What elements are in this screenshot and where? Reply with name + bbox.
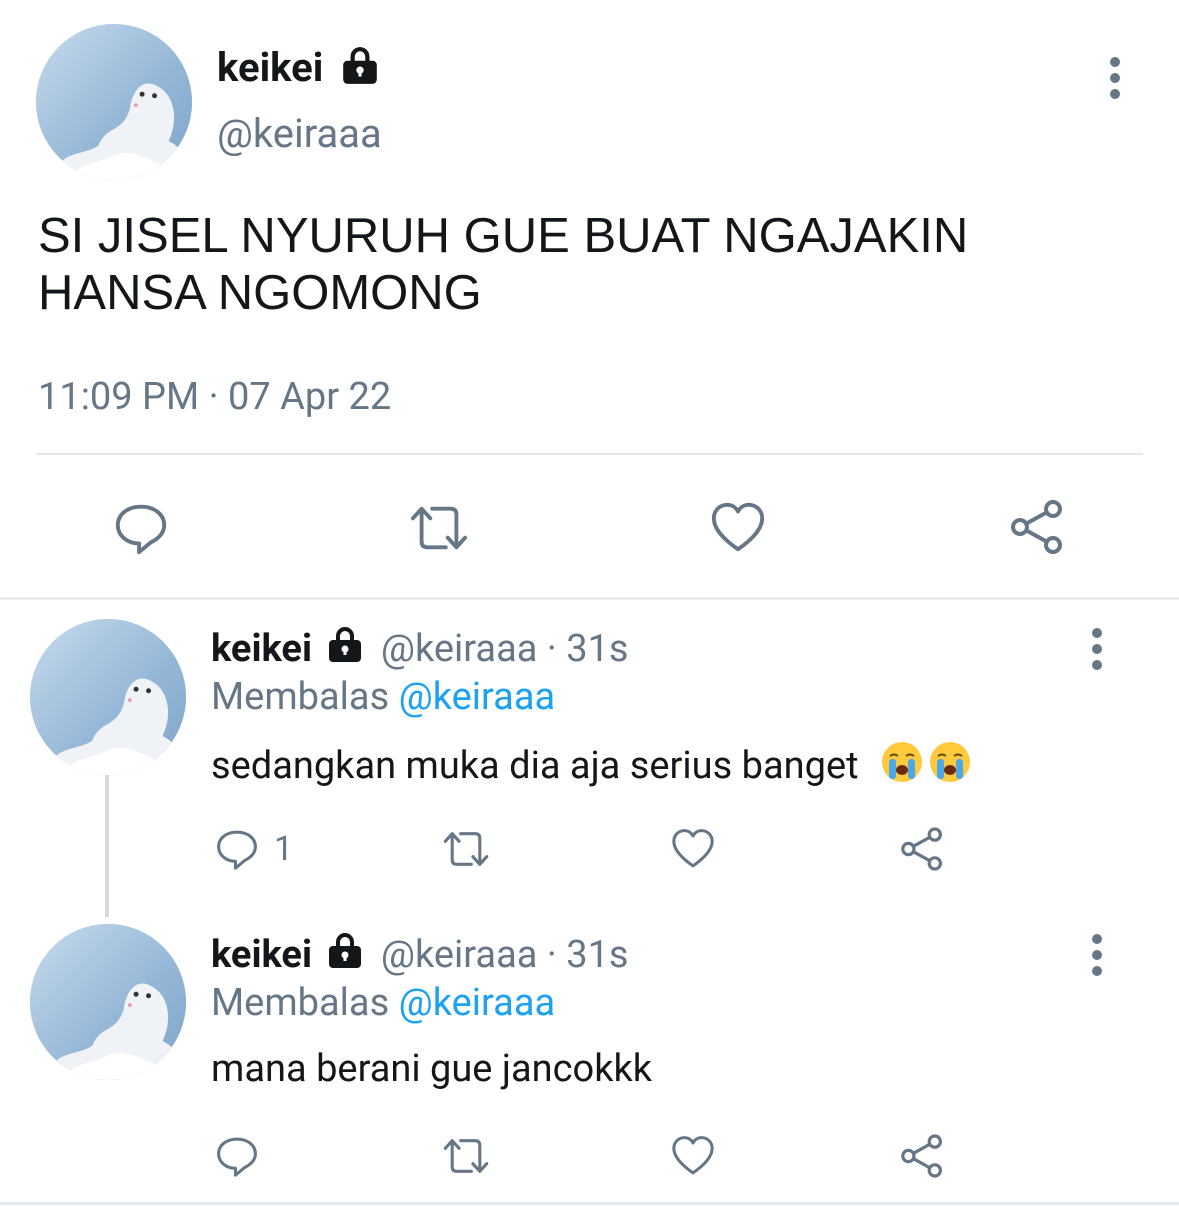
retweet-icon — [438, 826, 494, 872]
avatar-image — [30, 924, 186, 1080]
reply-count: 1 — [274, 829, 294, 869]
avatar-image — [30, 619, 186, 775]
share-icon — [1007, 497, 1067, 557]
main-tweet-display-name[interactable]: keikei — [217, 44, 381, 91]
reply-avatar[interactable] — [30, 924, 186, 1080]
like-button[interactable] — [708, 499, 768, 557]
main-tweet-text-line: SI JISEL NYURUH GUE BUAT NGAJAKIN — [38, 209, 969, 263]
main-tweet-text-line: HANSA NGOMONG — [38, 266, 482, 320]
more-vertical-icon[interactable] — [1109, 57, 1121, 105]
reply-button[interactable] — [112, 499, 170, 557]
lock-icon — [325, 931, 365, 971]
retweet-icon — [438, 1133, 494, 1179]
display-name-text: keikei — [211, 627, 313, 671]
share-icon — [898, 1132, 946, 1180]
divider — [36, 453, 1143, 455]
retweet-button[interactable] — [438, 1133, 494, 1179]
like-icon — [669, 826, 717, 872]
retweet-button[interactable] — [404, 499, 474, 557]
like-icon — [708, 499, 768, 557]
main-tweet-avatar[interactable] — [36, 24, 192, 180]
section-divider — [0, 597, 1179, 600]
replying-prefix: Membalas — [211, 675, 390, 719]
main-tweet-timestamp[interactable]: 11:09 PM · 07 Apr 22 — [38, 375, 391, 419]
reply-text: sedangkan muka dia aja serius banget — [211, 740, 972, 788]
reply-icon — [214, 1133, 260, 1179]
reply-button[interactable]: 1 — [214, 826, 293, 872]
like-button[interactable] — [669, 1133, 717, 1179]
replying-to: Membalas @keiraaa — [211, 981, 555, 1025]
replying-to: Membalas @keiraaa — [211, 675, 555, 719]
more-vertical-icon[interactable] — [1091, 628, 1103, 676]
loudly-crying-face-icon — [928, 740, 972, 784]
reply-button[interactable] — [214, 1133, 260, 1179]
reply-icon — [214, 826, 260, 872]
retweet-icon — [404, 499, 474, 557]
like-icon — [669, 1133, 717, 1179]
replying-prefix: Membalas — [211, 981, 390, 1025]
share-button[interactable] — [898, 825, 946, 873]
share-button[interactable] — [898, 1132, 946, 1180]
reply-avatar[interactable] — [30, 619, 186, 775]
mention-link[interactable]: @keiraaa — [399, 981, 556, 1025]
handle-time-text: @keiraaa · 31s — [380, 627, 629, 671]
thread-line — [105, 775, 109, 917]
reply-text-content: sedangkan muka dia aja serius banget — [211, 744, 859, 788]
reply-text-content: mana berani gue jancokkk — [211, 1047, 652, 1091]
reply-text: mana berani gue jancokkk — [211, 1047, 652, 1091]
display-name-text: keikei — [217, 44, 324, 91]
loudly-crying-face-icon — [880, 740, 924, 784]
avatar-image — [36, 24, 192, 180]
mention-link[interactable]: @keiraaa — [399, 675, 556, 719]
retweet-button[interactable] — [438, 826, 494, 872]
share-icon — [898, 825, 946, 873]
lock-icon — [339, 45, 381, 87]
lock-icon — [325, 625, 365, 665]
reply-header[interactable]: keikei @keiraaa · 31s — [211, 931, 629, 977]
like-button[interactable] — [669, 826, 717, 872]
main-tweet-handle[interactable]: @keiraaa — [217, 110, 382, 157]
main-tweet-text: SI JISEL NYURUH GUE BUAT NGAJAKIN HANSA … — [38, 208, 1138, 322]
display-name-text: keikei — [211, 933, 313, 977]
reply-icon — [112, 499, 170, 557]
share-button[interactable] — [1007, 497, 1067, 557]
section-divider — [0, 1202, 1179, 1205]
handle-time-text: @keiraaa · 31s — [380, 933, 629, 977]
more-vertical-icon[interactable] — [1091, 934, 1103, 982]
reply-header[interactable]: keikei @keiraaa · 31s — [211, 625, 629, 671]
